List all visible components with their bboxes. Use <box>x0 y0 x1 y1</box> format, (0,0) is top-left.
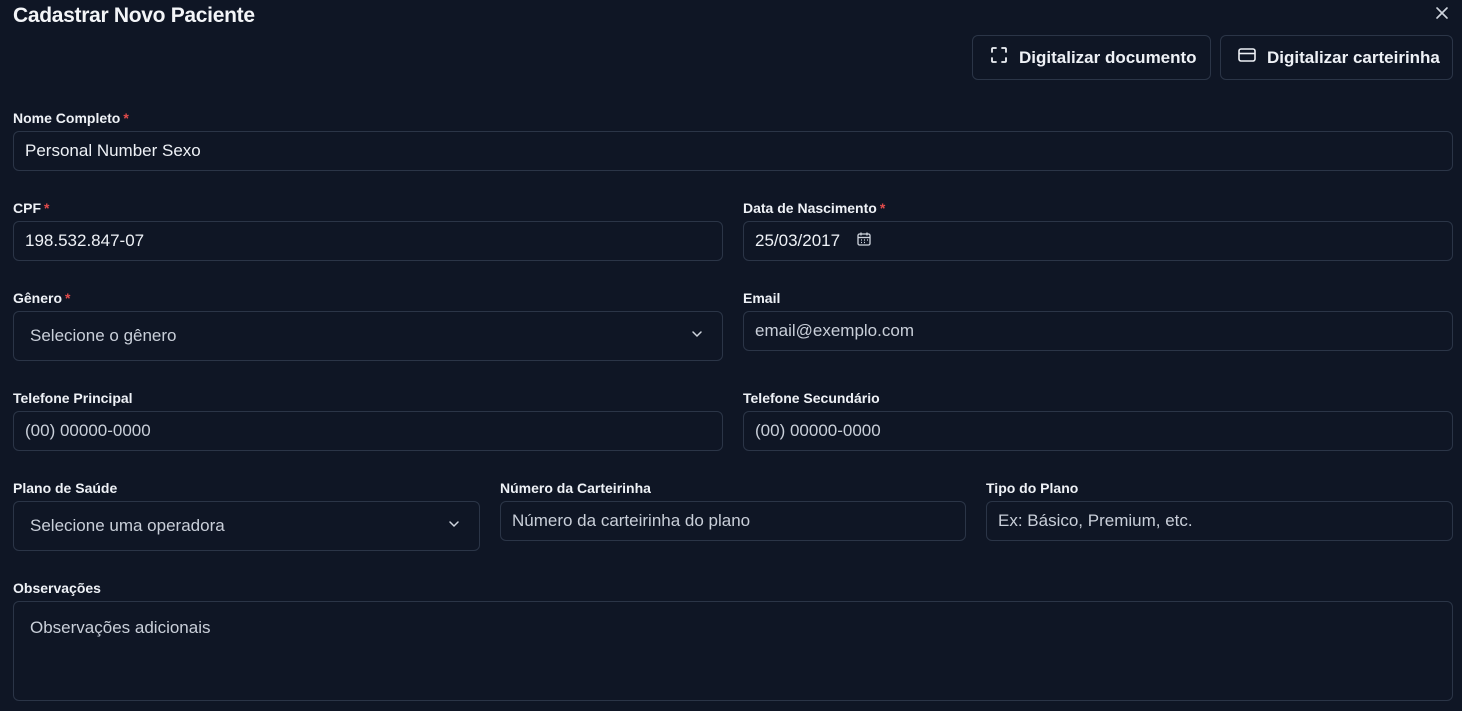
nascimento-input[interactable]: 25/03/2017 <box>743 221 1453 261</box>
carteirinha-input[interactable]: Número da carteirinha do plano <box>500 501 966 541</box>
nome-value: Personal Number Sexo <box>25 141 201 160</box>
dialog-title: Cadastrar Novo Paciente <box>13 4 255 27</box>
plano-label: Plano de Saúde <box>13 480 118 496</box>
observacoes-label: Observações <box>13 580 101 596</box>
tipo-plano-label: Tipo do Plano <box>986 480 1079 496</box>
telefone-principal-placeholder: (00) 00000-0000 <box>25 421 151 440</box>
close-icon[interactable] <box>1434 5 1450 21</box>
tipo-plano-input[interactable]: Ex: Básico, Premium, etc. <box>986 501 1453 541</box>
telefone-secundario-placeholder: (00) 00000-0000 <box>755 421 881 440</box>
nascimento-value: 25/03/2017 <box>755 231 841 250</box>
plano-select[interactable]: Selecione uma operadora <box>13 501 480 551</box>
required-mark: * <box>879 200 886 216</box>
new-patient-dialog: Cadastrar Novo Paciente Digitalizar docu… <box>0 0 1462 711</box>
cpf-value: 198.532.847-07 <box>25 231 145 250</box>
genero-label-text: Gênero <box>13 290 63 306</box>
nascimento-label: Data de Nascimento * <box>743 200 885 216</box>
credit-card-icon <box>1237 45 1267 70</box>
cpf-input[interactable]: 198.532.847-07 <box>13 221 723 261</box>
telefone-secundario-input[interactable]: (00) 00000-0000 <box>743 411 1453 451</box>
cpf-label: CPF * <box>13 200 49 216</box>
chevron-down-icon <box>690 326 704 346</box>
nome-input[interactable]: Personal Number Sexo <box>13 131 1453 171</box>
email-label: Email <box>743 290 781 306</box>
required-mark: * <box>65 290 71 306</box>
genero-label: Gênero * <box>13 290 70 306</box>
genero-placeholder: Selecione o gênero <box>30 326 177 345</box>
scan-card-label: Digitalizar carteirinha <box>1267 47 1440 67</box>
chevron-down-icon <box>447 516 461 536</box>
nome-label: Nome Completo * <box>13 110 129 126</box>
cpf-label-text: CPF <box>13 200 41 216</box>
carteirinha-label: Número da Carteirinha <box>500 480 651 496</box>
scan-document-label: Digitalizar documento <box>1019 47 1197 67</box>
telefone-secundario-label: Telefone Secundário <box>743 390 880 406</box>
required-mark: * <box>44 200 50 216</box>
genero-select[interactable]: Selecione o gênero <box>13 311 723 361</box>
scan-frame-icon <box>989 45 1019 70</box>
email-placeholder: email@exemplo.com <box>755 321 914 340</box>
carteirinha-placeholder: Número da carteirinha do plano <box>512 511 751 530</box>
email-field[interactable]: email@exemplo.com <box>743 311 1453 351</box>
scan-document-button[interactable]: Digitalizar documento <box>972 35 1211 80</box>
calendar-icon[interactable] <box>856 231 872 252</box>
nascimento-label-text: Data de Nascimento <box>743 200 877 216</box>
telefone-principal-label: Telefone Principal <box>13 390 133 406</box>
observacoes-textarea[interactable]: Observações adicionais <box>13 601 1453 701</box>
plano-placeholder: Selecione uma operadora <box>30 516 225 535</box>
scan-card-button[interactable]: Digitalizar carteirinha <box>1220 35 1453 80</box>
tipo-plano-placeholder: Ex: Básico, Premium, etc. <box>998 511 1193 530</box>
observacoes-placeholder: Observações adicionais <box>30 618 211 637</box>
telefone-principal-input[interactable]: (00) 00000-0000 <box>13 411 723 451</box>
required-mark: * <box>123 110 129 126</box>
nome-label-text: Nome Completo <box>13 110 121 126</box>
